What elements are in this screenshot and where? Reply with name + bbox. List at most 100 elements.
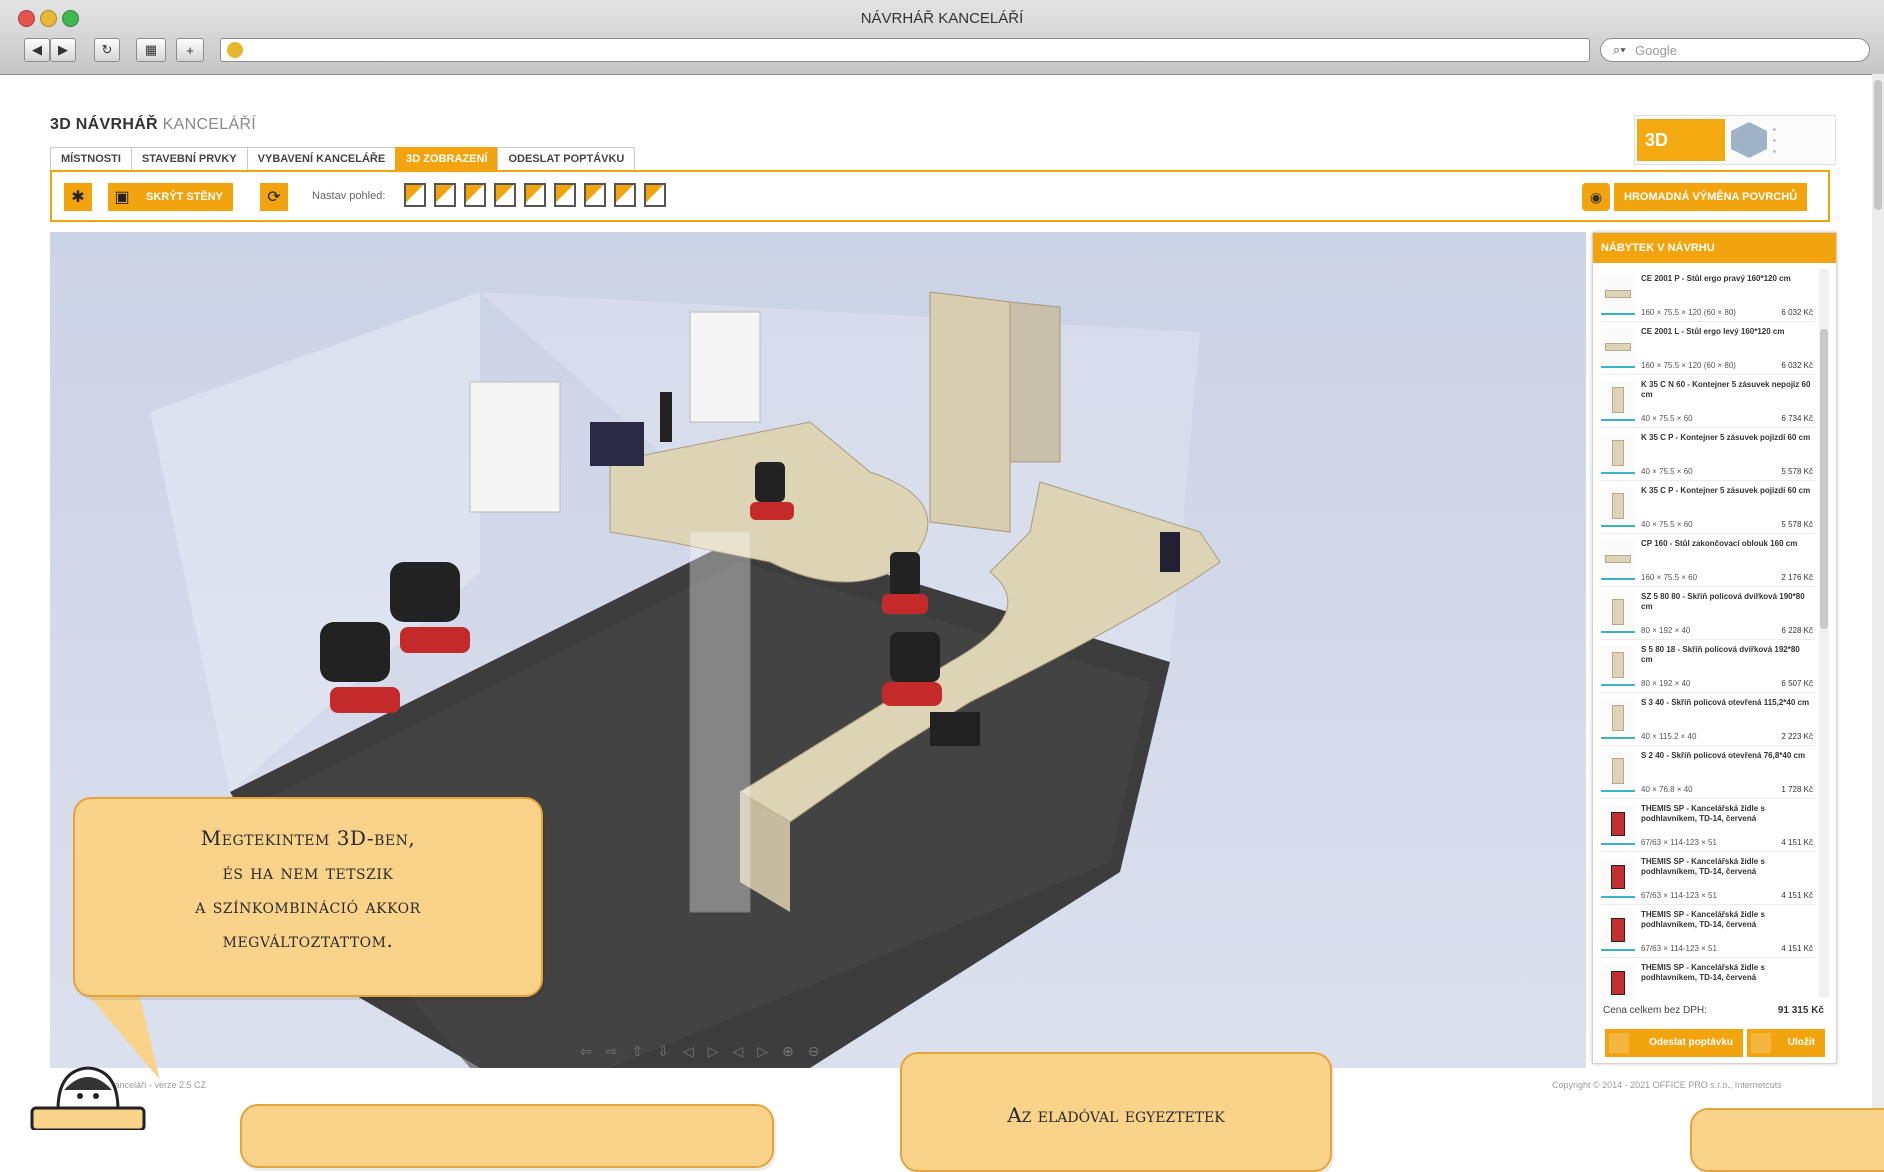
furniture-thumbnail bbox=[1601, 699, 1635, 739]
view-preset-6-icon[interactable] bbox=[554, 183, 576, 207]
furniture-item[interactable]: CP 160 - Stůl zakončovací oblouk 160 cm 1… bbox=[1601, 534, 1815, 587]
furniture-price: 4 151 Kč bbox=[1781, 838, 1813, 847]
furniture-item[interactable]: THEMIS SP - Kancelářská židle s podhlavn… bbox=[1601, 799, 1815, 852]
pan-left-icon[interactable]: ⇦ bbox=[580, 1043, 592, 1060]
furniture-price: 6 507 Kč bbox=[1781, 679, 1813, 688]
window-scrollbar[interactable] bbox=[1872, 74, 1884, 1128]
bulk-surface-change-button[interactable]: HROMADNÁ VÝMĚNA POVRCHŮ bbox=[1614, 183, 1808, 211]
furniture-name: SZ 5 80 80 - Skříň policová dvířková 190… bbox=[1641, 592, 1805, 611]
furniture-thumbnail bbox=[1601, 540, 1635, 580]
site-favicon-icon bbox=[227, 42, 243, 58]
app-title: 3D NÁVRHÁŘ KANCELÁŘÍ bbox=[50, 116, 256, 134]
furniture-thumbnail bbox=[1601, 328, 1635, 368]
bookmarks-icon[interactable]: ▦ bbox=[136, 38, 166, 62]
browser-titlebar: NÁVRHÁŘ KANCELÁŘÍ ◀ ▶ ↻ ▦ + ⌕▾ Google bbox=[0, 0, 1884, 75]
forward-arrow-icon[interactable]: ▶ bbox=[50, 38, 76, 62]
total-value: 91 315 Kč bbox=[1777, 1005, 1824, 1016]
furniture-item[interactable]: K 35 C P - Kontejner 5 zásuvek pojízdí 6… bbox=[1601, 481, 1815, 534]
furniture-item[interactable]: SZ 5 80 80 - Skříň policová dvířková 190… bbox=[1601, 587, 1815, 640]
tab-odeslat-poptavku[interactable]: ODESLAT POPTÁVKU bbox=[497, 147, 636, 171]
tilt-down-icon[interactable]: ▷ bbox=[757, 1043, 768, 1060]
furniture-item[interactable]: THEMIS SP - Kancelářská židle s podhlavn… bbox=[1601, 958, 1815, 997]
furniture-thumbnail bbox=[1601, 858, 1635, 898]
furniture-item[interactable]: K 35 C P - Kontejner 5 zásuvek pojízdí 6… bbox=[1601, 428, 1815, 481]
furniture-name: K 35 C P - Kontejner 5 zásuvek pojízdí 6… bbox=[1641, 486, 1811, 495]
view-preset-8-icon[interactable] bbox=[614, 183, 636, 207]
furniture-thumbnail bbox=[1601, 911, 1635, 951]
zoom-in-icon[interactable]: ⊕ bbox=[782, 1043, 794, 1060]
box-icon[interactable]: ▣ bbox=[108, 183, 136, 211]
cabinet-glass bbox=[1009, 301, 1061, 463]
hide-walls-button[interactable]: SKRÝT STĚNY bbox=[136, 183, 234, 211]
furniture-price: 4 151 Kč bbox=[1781, 891, 1813, 900]
main-tabs: MÍSTNOSTI STAVEBNÍ PRVKY VYBAVENÍ KANCEL… bbox=[50, 147, 636, 171]
search-placeholder: Google bbox=[1635, 43, 1677, 58]
scrollbar-thumb[interactable] bbox=[1820, 329, 1828, 629]
tab-mistnosti[interactable]: MÍSTNOSTI bbox=[50, 147, 131, 171]
furniture-name: S 5 80 18 - Skříň policová dvířková 192*… bbox=[1641, 645, 1800, 664]
send-inquiry-button[interactable]: Odeslat poptávku bbox=[1605, 1029, 1743, 1057]
rotate-left-icon[interactable]: ◁ bbox=[683, 1043, 694, 1060]
bubble-line-4: megváltoztattom. bbox=[222, 928, 394, 952]
tab-3d-zobrazeni[interactable]: 3D ZOBRAZENÍ bbox=[395, 147, 498, 171]
furniture-item[interactable]: THEMIS SP - Kancelářská židle s podhlavn… bbox=[1601, 905, 1815, 958]
tab-stavebni-prvky[interactable]: STAVEBNÍ PRVKY bbox=[130, 147, 247, 171]
tab-vybaveni-kancelare[interactable]: VYBAVENÍ KANCELÁŘE bbox=[246, 147, 396, 171]
furniture-item[interactable]: S 2 40 - Skříň policová otevřená 76,8*40… bbox=[1601, 746, 1815, 799]
save-button[interactable]: Uložit bbox=[1747, 1029, 1825, 1057]
furniture-item[interactable]: CE 2001 P - Stůl ergo pravý 160*120 cm 16… bbox=[1601, 269, 1815, 322]
view-preset-4-icon[interactable] bbox=[494, 183, 516, 207]
window-back bbox=[689, 311, 761, 423]
furniture-dimensions: 67/63 × 114-123 × 51 bbox=[1641, 944, 1717, 953]
furniture-list[interactable]: CE 2001 P - Stůl ergo pravý 160*120 cm 16… bbox=[1601, 269, 1815, 997]
back-arrow-icon[interactable]: ◀ bbox=[24, 38, 50, 62]
furniture-name: K 35 C P - Kontejner 5 zásuvek pojízdí 6… bbox=[1641, 433, 1811, 442]
copyright-text: Copyright © 2014 - 2021 OFFICE PRO s.r.o… bbox=[1552, 1080, 1782, 1090]
address-bar[interactable] bbox=[220, 38, 1590, 62]
window-title: NÁVRHÁŘ KANCELÁŘÍ bbox=[860, 10, 1024, 27]
furniture-dimensions: 67/63 × 114-123 × 51 bbox=[1641, 838, 1717, 847]
speech-bubble-second: Az eladóval egyeztetek bbox=[900, 1052, 1332, 1172]
rotate-view-icon[interactable]: ⟳ bbox=[260, 183, 288, 211]
furniture-thumbnail bbox=[1601, 275, 1635, 315]
furniture-item[interactable]: CE 2001 L - Stůl ergo levý 160*120 cm 160… bbox=[1601, 322, 1815, 375]
view-label: Nastav pohled: bbox=[312, 190, 386, 202]
floppy-icon bbox=[1751, 1033, 1771, 1053]
tools-icon[interactable]: ✱ bbox=[64, 183, 92, 211]
window-scrollbar-thumb[interactable] bbox=[1874, 80, 1882, 210]
add-bookmark-icon[interactable]: + bbox=[176, 38, 204, 62]
speech-bubble-third bbox=[240, 1104, 774, 1168]
view-navigation-controls: ⇦ ⇨ ⇧ ⇩ ◁ ▷ ◁ ▷ ⊕ ⊖ bbox=[580, 1043, 820, 1060]
view-preset-5-icon[interactable] bbox=[524, 183, 546, 207]
app-title-rest: KANCELÁŘÍ bbox=[162, 116, 257, 133]
furniture-name: S 2 40 - Skříň policová otevřená 76,8*40… bbox=[1641, 751, 1806, 760]
view-preset-1-icon[interactable] bbox=[404, 183, 426, 207]
pan-down-icon[interactable]: ⇩ bbox=[657, 1043, 669, 1060]
pan-right-icon[interactable]: ⇨ bbox=[606, 1043, 618, 1060]
furniture-name: S 3 40 - Skříň policová otevřená 115,2*4… bbox=[1641, 698, 1810, 707]
furniture-list-scrollbar[interactable] bbox=[1819, 269, 1829, 997]
reload-icon[interactable]: ↻ bbox=[94, 38, 120, 62]
send-inquiry-label: Odeslat poptávku bbox=[1649, 1037, 1733, 1048]
view-preset-2-icon[interactable] bbox=[434, 183, 456, 207]
furniture-item[interactable]: S 3 40 - Skříň policová otevřená 115,2*4… bbox=[1601, 693, 1815, 746]
tilt-up-icon[interactable]: ◁ bbox=[733, 1043, 744, 1060]
pan-up-icon[interactable]: ⇧ bbox=[631, 1043, 643, 1060]
furniture-item[interactable]: S 5 80 18 - Skříň policová dvířková 192*… bbox=[1601, 640, 1815, 693]
furniture-price: 5 578 Kč bbox=[1781, 520, 1813, 529]
zoom-out-icon[interactable]: ⊖ bbox=[808, 1043, 820, 1060]
rotate-right-icon[interactable]: ▷ bbox=[708, 1043, 719, 1060]
furniture-item[interactable]: K 35 C N 60 - Kontejner 5 zásuvek nepojí… bbox=[1601, 375, 1815, 428]
furniture-price: 4 151 Kč bbox=[1781, 944, 1813, 953]
furniture-item[interactable]: THEMIS SP - Kancelářská židle s podhlavn… bbox=[1601, 852, 1815, 905]
view-preset-9-icon[interactable] bbox=[644, 183, 666, 207]
surface-change-icon[interactable]: ◉ bbox=[1582, 183, 1610, 211]
view-preset-3-icon[interactable] bbox=[464, 183, 486, 207]
speech-bubble-main: Megtekintem 3D-ben, és ha nem tetszik a … bbox=[73, 797, 543, 997]
view-preset-7-icon[interactable] bbox=[584, 183, 606, 207]
logo-3d-badge: 3D bbox=[1637, 119, 1725, 161]
furniture-dimensions: 80 × 192 × 40 bbox=[1641, 679, 1691, 688]
google-search-input[interactable]: ⌕▾ Google bbox=[1600, 38, 1870, 62]
bubble-line-3: a színkombináció akkor bbox=[195, 894, 421, 918]
character-avatar-icon bbox=[30, 1066, 146, 1130]
